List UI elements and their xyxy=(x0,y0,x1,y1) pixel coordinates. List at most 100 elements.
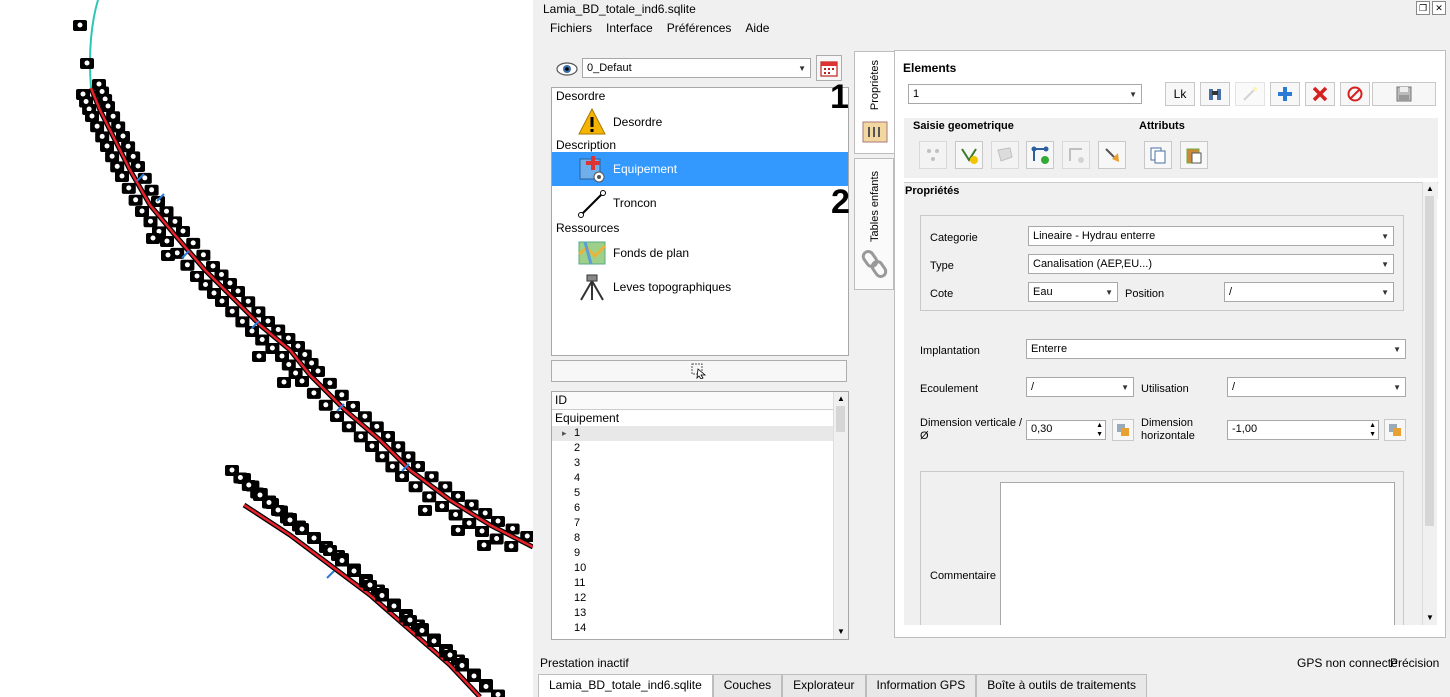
add-point-button[interactable] xyxy=(919,141,947,169)
camera-lens xyxy=(481,542,487,548)
ecoulement-select[interactable]: / ▼ xyxy=(1026,377,1134,397)
camera-lens xyxy=(426,493,432,499)
tab-tables-enfants[interactable]: Tables enfants xyxy=(854,158,894,290)
id-list-row[interactable]: 4 xyxy=(552,471,834,486)
commentaire-textarea[interactable] xyxy=(1000,482,1395,625)
menu-aide[interactable]: Aide xyxy=(744,21,770,35)
id-list-row[interactable]: 3 xyxy=(552,456,834,471)
select-on-map-button[interactable] xyxy=(551,360,847,382)
close-window-button[interactable]: ✕ xyxy=(1432,1,1446,15)
edit-nodes-button[interactable] xyxy=(1026,141,1054,169)
dimension-horizontale-input[interactable]: -1,00 ▲ ▼ xyxy=(1227,420,1379,440)
camera-lens xyxy=(455,493,461,499)
camera-lens xyxy=(389,463,395,469)
scroll-thumb[interactable] xyxy=(1425,196,1434,526)
pick-from-map-button[interactable] xyxy=(1098,141,1126,169)
tree-item-troncon[interactable]: Troncon xyxy=(552,186,848,220)
id-list-row[interactable]: 12 xyxy=(552,591,834,606)
id-list-row[interactable]: 6 xyxy=(552,501,834,516)
position-select[interactable]: / ▼ xyxy=(1224,282,1394,302)
tree-item-fonds-de-plan[interactable]: Fonds de plan xyxy=(552,236,848,270)
proprietes-form: Categorie Lineaire - Hydrau enterre ▼ Typ… xyxy=(904,198,1422,625)
id-list-row[interactable]: 13 xyxy=(552,606,834,621)
menu-interface[interactable]: Interface xyxy=(605,21,654,35)
utilisation-select[interactable]: / ▼ xyxy=(1227,377,1406,397)
tab-boite-outils[interactable]: Boîte à outils de traitements xyxy=(976,674,1147,697)
binoculars-button[interactable] xyxy=(1200,82,1230,106)
tab-couches[interactable]: Couches xyxy=(712,674,783,697)
menu-preferences[interactable]: Préférences xyxy=(666,21,733,35)
id-list-row[interactable]: 7 xyxy=(552,516,834,531)
camera-lens xyxy=(350,403,356,409)
id-list-row[interactable]: 14 xyxy=(552,621,834,636)
position-label: Position xyxy=(1125,288,1165,300)
lk-button[interactable]: Lk xyxy=(1165,82,1195,106)
measure-horizontal-button[interactable] xyxy=(1384,419,1406,441)
id-list-row[interactable]: 1 xyxy=(552,426,834,441)
tree-item-desordre[interactable]: Desordre xyxy=(552,105,848,139)
type-select[interactable]: Canalisation (AEP,EU...) ▼ xyxy=(1028,254,1394,274)
camera-lens xyxy=(172,218,178,224)
categorie-select[interactable]: Lineaire - Hydrau enterre ▼ xyxy=(1028,226,1394,246)
camera-lens xyxy=(351,568,357,574)
annotation-number-2: 2 xyxy=(831,183,850,221)
id-list-row[interactable]: 10 xyxy=(552,561,834,576)
implantation-select[interactable]: Enterre ▼ xyxy=(1026,339,1406,359)
cancel-button[interactable] xyxy=(1340,82,1370,106)
copy-attributes-button[interactable] xyxy=(1144,141,1172,169)
theme-select[interactable]: 0_Defaut ▼ xyxy=(582,58,811,78)
dimension-verticale-input[interactable]: 0,30 ▲ ▼ xyxy=(1026,420,1106,440)
map-canvas[interactable] xyxy=(0,0,533,697)
measure-vertical-button[interactable] xyxy=(1112,419,1134,441)
tab-explorateur[interactable]: Explorateur xyxy=(782,674,866,697)
camera-lens xyxy=(391,603,397,609)
menu-fichiers[interactable]: Fichiers xyxy=(549,21,593,35)
scroll-up-icon[interactable]: ▲ xyxy=(834,392,848,406)
scroll-down-icon[interactable]: ▼ xyxy=(1423,611,1437,625)
scroll-thumb[interactable] xyxy=(836,406,845,432)
camera-lens xyxy=(442,483,448,489)
camera-lens xyxy=(235,288,241,294)
id-list-row[interactable]: 9 xyxy=(552,546,834,561)
position-value: / xyxy=(1229,286,1233,298)
add-polygon-button[interactable] xyxy=(991,141,1019,169)
delete-element-button[interactable] xyxy=(1305,82,1335,106)
id-list-row[interactable]: 8 xyxy=(552,531,834,546)
tab-proprietes[interactable]: Propriétes xyxy=(854,51,894,154)
prestation-status: Prestation inactif xyxy=(540,656,629,670)
proprietes-scrollbar[interactable]: ▲ ▼ xyxy=(1422,182,1437,625)
save-button[interactable] xyxy=(1372,82,1436,106)
paste-attributes-button[interactable] xyxy=(1180,141,1208,169)
expand-arrow-icon[interactable]: ▸ xyxy=(562,426,567,441)
eye-icon[interactable] xyxy=(554,58,580,80)
camera-lens xyxy=(469,502,475,507)
camera-lens xyxy=(399,473,405,479)
spin-arrows-icon[interactable]: ▲ ▼ xyxy=(1096,421,1103,439)
dimension-verticale-label-line2: Ø xyxy=(920,430,929,442)
tree-item-leves-topographiques[interactable]: Leves topographiques xyxy=(552,270,848,304)
scroll-up-icon[interactable]: ▲ xyxy=(1423,182,1437,196)
id-list-row[interactable]: 2 xyxy=(552,441,834,456)
add-element-button[interactable] xyxy=(1270,82,1300,106)
add-line-button[interactable] xyxy=(955,141,983,169)
chevron-down-icon: ▼ xyxy=(1381,287,1389,297)
binoculars-icon xyxy=(1209,89,1221,100)
attributs-title: Attributs xyxy=(1139,120,1185,132)
split-geometry-button[interactable] xyxy=(1062,141,1090,169)
camera-lens xyxy=(293,370,299,376)
menu-bar: Fichiers Interface Préférences Aide xyxy=(549,21,770,35)
cote-select[interactable]: Eau ▼ xyxy=(1028,282,1118,302)
camera-lens xyxy=(453,512,459,517)
float-window-button[interactable]: ❐ xyxy=(1416,1,1430,15)
tree-item-equipement[interactable]: Equipement xyxy=(552,152,848,186)
id-list-scrollbar[interactable]: ▲ ▼ xyxy=(833,392,848,639)
scroll-down-icon[interactable]: ▼ xyxy=(834,625,848,639)
element-select[interactable]: 1 ▼ xyxy=(908,84,1142,104)
tab-lamia-database[interactable]: Lamia_BD_totale_ind6.sqlite xyxy=(538,674,713,697)
id-list-row[interactable]: 5 xyxy=(552,486,834,501)
camera-lens xyxy=(524,533,530,539)
id-list-row[interactable]: 11 xyxy=(552,576,834,591)
spin-arrows-icon[interactable]: ▲ ▼ xyxy=(1369,421,1376,439)
tab-information-gps[interactable]: Information GPS xyxy=(865,674,977,697)
magic-wand-button[interactable] xyxy=(1235,82,1265,106)
